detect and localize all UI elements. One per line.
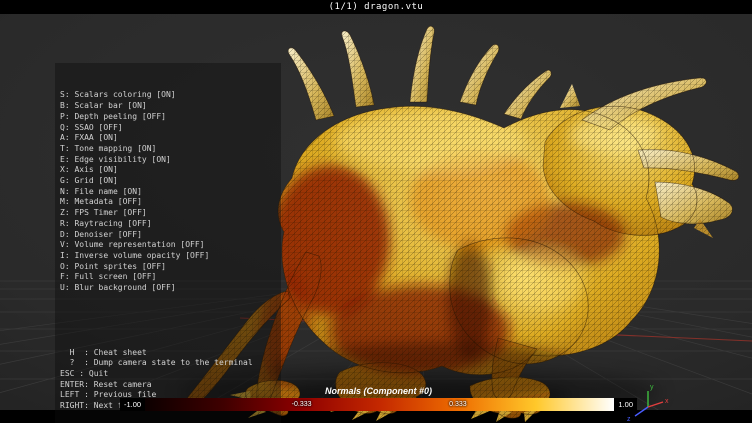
cheatsheet-toggle-line: T: Tone mapping [ON] [60, 144, 276, 155]
cheatsheet-toggle-line: M: Metadata [OFF] [60, 197, 276, 208]
cheatsheet-toggle-line: D: Denoiser [OFF] [60, 230, 276, 241]
scalar-bar-tick-label: -0.333 [292, 398, 312, 411]
cheatsheet-binding-line: ESC : Quit [60, 369, 276, 380]
cheatsheet-toggle-line: Q: SSAO [OFF] [60, 123, 276, 134]
cheatsheet-toggle-line: N: File name [ON] [60, 187, 276, 198]
cheatsheet-toggle-line: S: Scalars coloring [ON] [60, 90, 276, 101]
window-title: (1/1) dragon.vtu [329, 2, 424, 12]
scalar-bar-max-label: 1.00 [614, 398, 637, 411]
scalar-bar-gradient: -0.333 0.333 [145, 398, 614, 411]
cheatsheet-panel: S: Scalars coloring [ON]B: Scalar bar [O… [55, 63, 281, 423]
cheatsheet-toggle-line: P: Depth peeling [OFF] [60, 112, 276, 123]
cheatsheet-toggle-line: E: Edge visibility [ON] [60, 155, 276, 166]
cheatsheet-toggle-line: F: Full screen [OFF] [60, 272, 276, 283]
cheatsheet-toggle-line: O: Point sprites [OFF] [60, 262, 276, 273]
cheatsheet-gap [60, 315, 276, 326]
cheatsheet-toggles: S: Scalars coloring [ON]B: Scalar bar [O… [60, 90, 276, 293]
cheatsheet-toggle-line: X: Axis [ON] [60, 165, 276, 176]
scalar-bar-min-label: -1.00 [120, 398, 145, 411]
scalar-bar: Normals (Component #0) -1.00 -0.333 0.333… [120, 386, 637, 411]
cheatsheet-toggle-line: Z: FPS Timer [OFF] [60, 208, 276, 219]
cheatsheet-binding-line: H : Cheat sheet [60, 348, 276, 359]
scalar-bar-title: Normals (Component #0) [120, 386, 637, 396]
cheatsheet-toggle-line: I: Inverse volume opacity [OFF] [60, 251, 276, 262]
titlebar: (1/1) dragon.vtu [0, 0, 752, 14]
scalar-bar-tick-label: 0.333 [449, 398, 467, 411]
cheatsheet-toggle-line: U: Blur background [OFF] [60, 283, 276, 294]
cheatsheet-toggle-line: R: Raytracing [OFF] [60, 219, 276, 230]
app-window: (1/1) dragon.vtu [0, 0, 752, 423]
axis-z-label: z [627, 416, 631, 423]
cheatsheet-toggle-line: B: Scalar bar [ON] [60, 101, 276, 112]
cheatsheet-toggle-line: V: Volume representation [OFF] [60, 240, 276, 251]
axis-y-label: y [650, 384, 654, 391]
cheatsheet-toggle-line: A: FXAA [ON] [60, 133, 276, 144]
cheatsheet-binding-line: ? : Dump camera state to the terminal [60, 358, 276, 369]
axis-x-label: x [665, 398, 669, 405]
cheatsheet-toggle-line: G: Grid [ON] [60, 176, 276, 187]
